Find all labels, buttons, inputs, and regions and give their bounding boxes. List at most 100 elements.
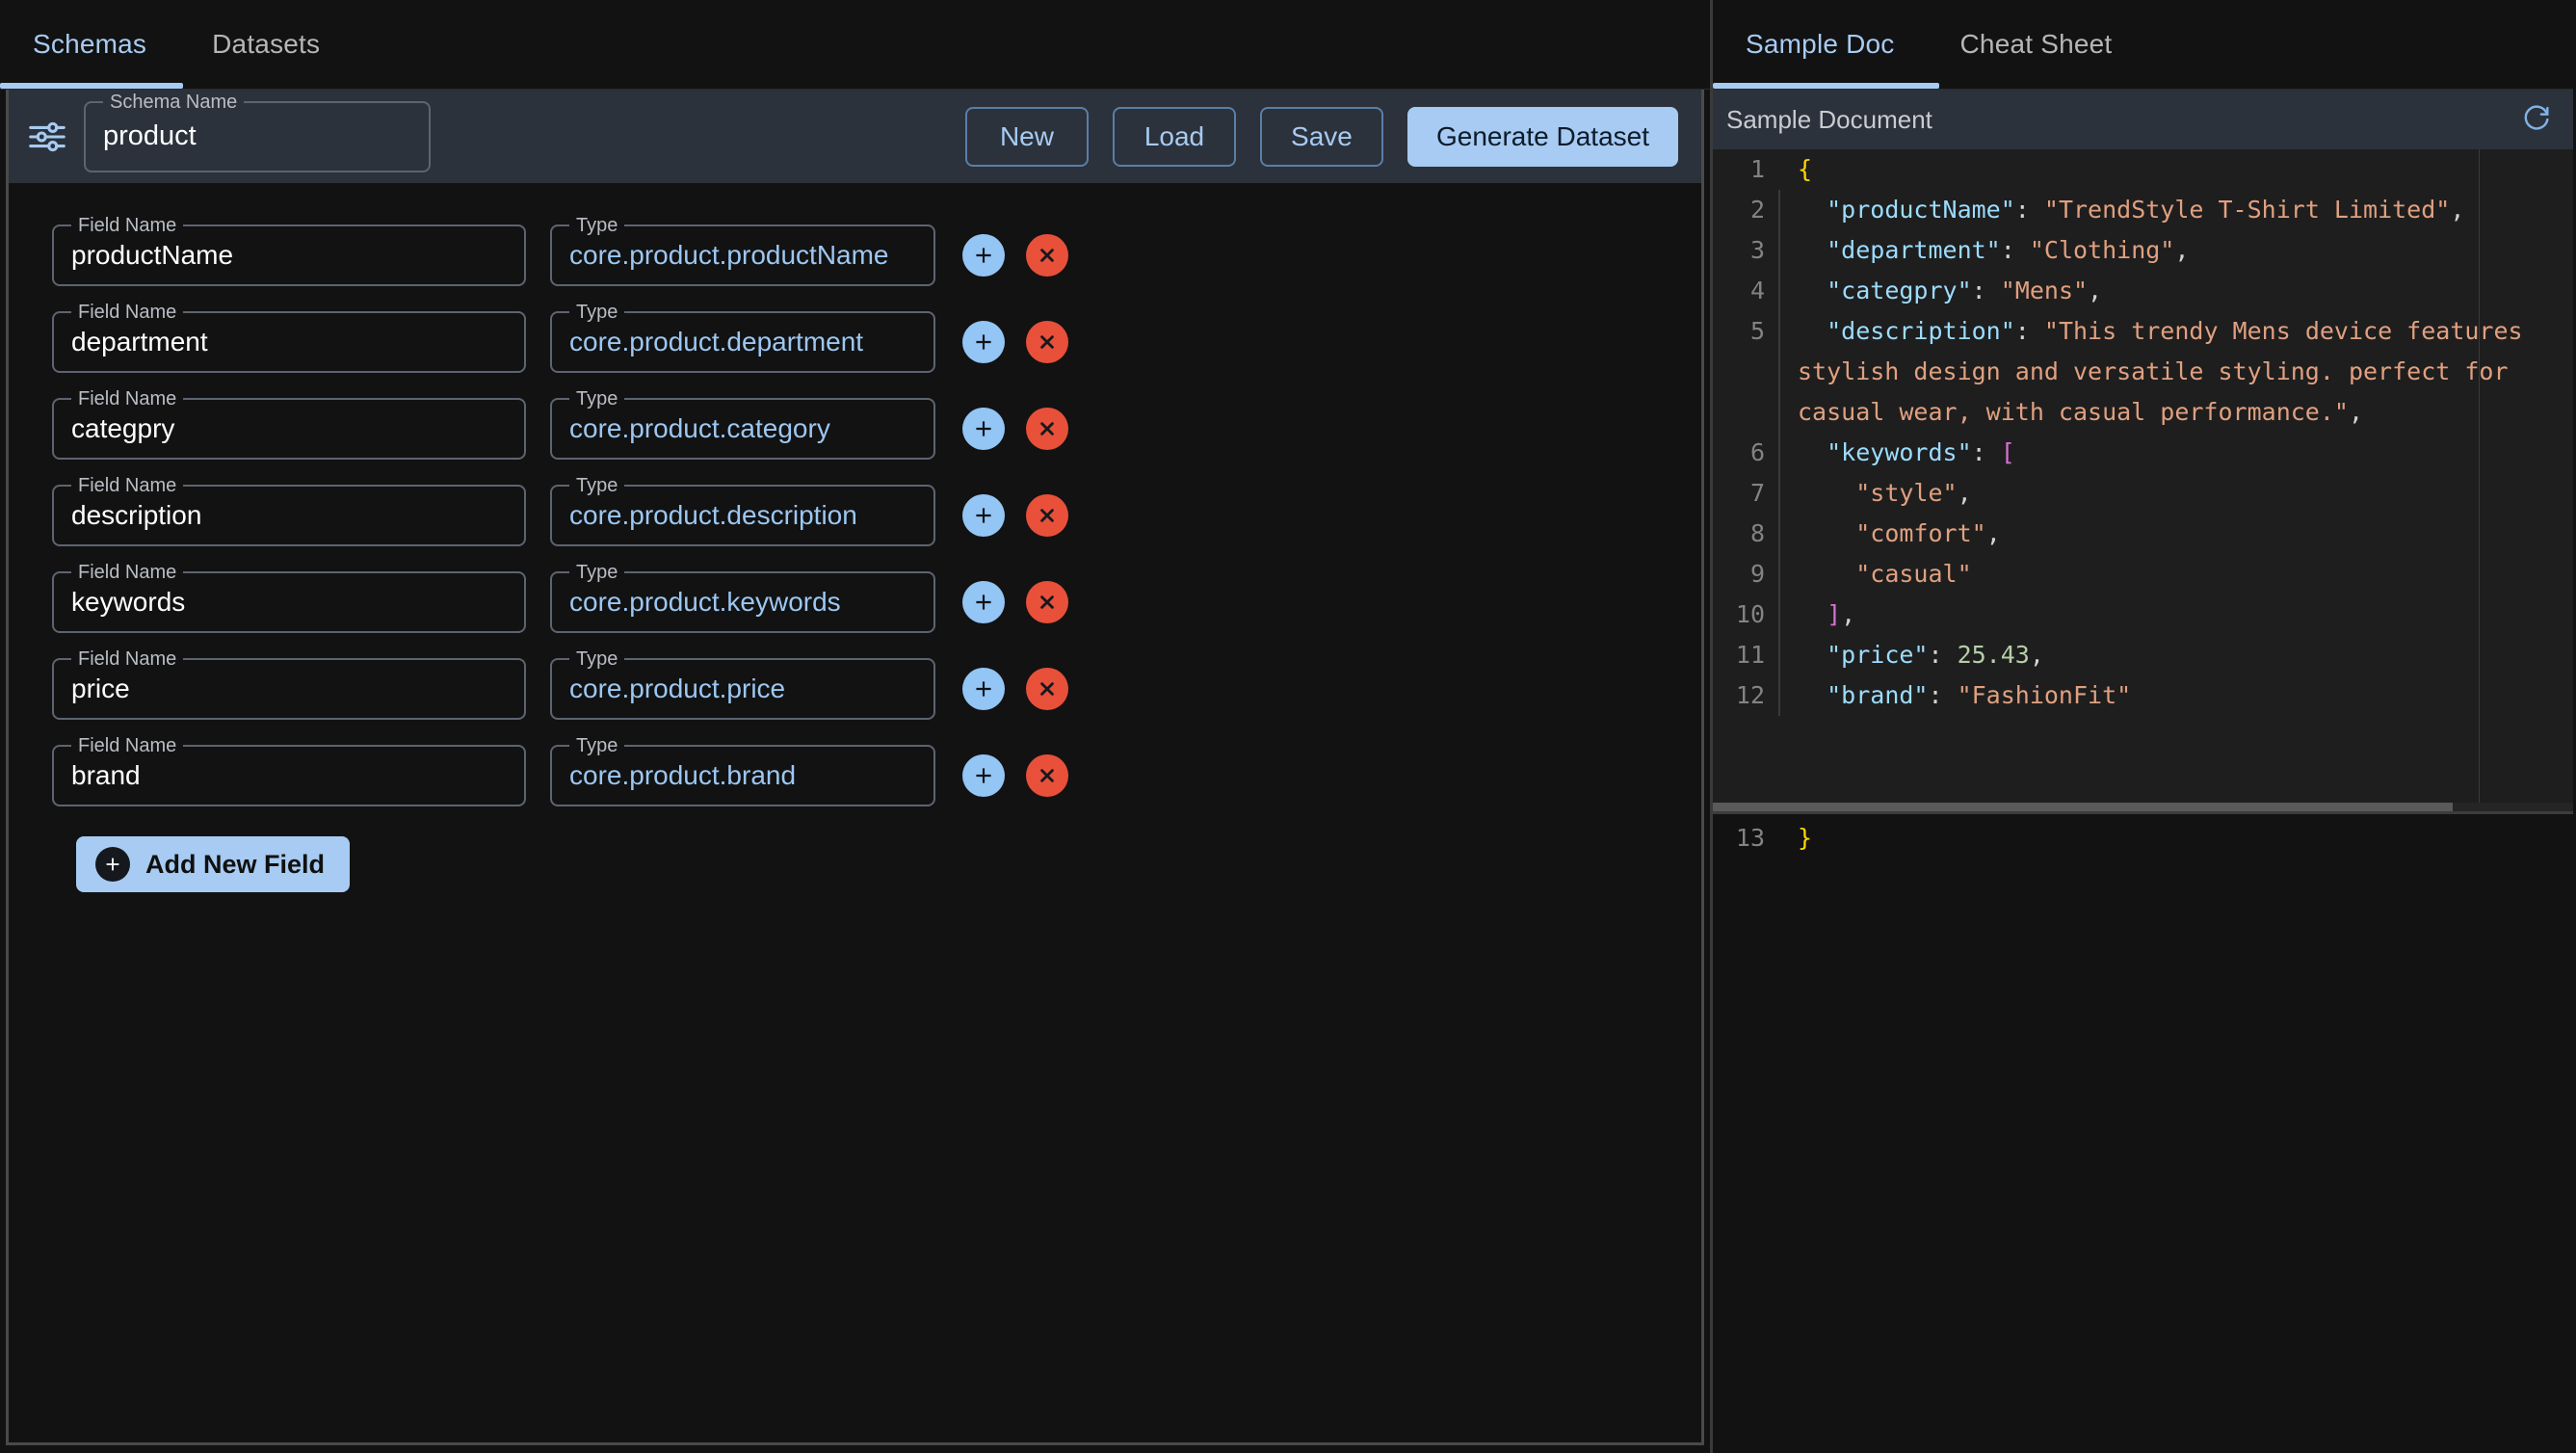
field-type-label: Type xyxy=(569,647,625,672)
field-name-label: Field Name xyxy=(71,300,184,325)
field-type-value: core.product.productName xyxy=(569,240,889,270)
code-line: 5 "description": "This trendy Mens devic… xyxy=(1713,311,2573,433)
add-field-icon[interactable] xyxy=(962,581,1005,623)
field-name-label: Field Name xyxy=(71,733,184,758)
field-name-input[interactable]: Field Name department xyxy=(52,300,526,373)
code-horizontal-scrollbar[interactable] xyxy=(1713,803,2573,811)
field-name-input[interactable]: Field Name productName xyxy=(52,213,526,286)
refresh-icon[interactable] xyxy=(2517,100,2556,139)
field-name-value: description xyxy=(71,500,202,530)
field-name-input[interactable]: Field Name price xyxy=(52,647,526,720)
line-content: "style", xyxy=(1778,473,2573,514)
delete-field-icon[interactable] xyxy=(1026,408,1068,450)
add-new-field-button[interactable]: Add New Field xyxy=(76,836,351,892)
add-new-field-label: Add New Field xyxy=(145,849,326,879)
tune-icon[interactable] xyxy=(20,110,74,164)
code-line: 11 "price": 25.43, xyxy=(1713,635,2573,675)
field-name-input[interactable]: Field Name keywords xyxy=(52,560,526,633)
add-field-icon[interactable] xyxy=(962,321,1005,363)
field-type-input[interactable]: Type core.product.department xyxy=(550,300,935,373)
field-type-input[interactable]: Type core.product.keywords xyxy=(550,560,935,633)
delete-field-icon[interactable] xyxy=(1026,494,1068,537)
tab-sample-doc[interactable]: Sample Doc xyxy=(1713,0,1928,90)
delete-field-icon[interactable] xyxy=(1026,668,1068,710)
line-number: 3 xyxy=(1749,236,1765,264)
field-type-label: Type xyxy=(569,473,625,498)
field-row: Field Name keywords Type core.product.keywo… xyxy=(9,559,1701,646)
code-line: 7 "style", xyxy=(1713,473,2573,514)
line-number: 12 xyxy=(1735,681,1765,709)
field-row: Field Name brand Type core.product.brand xyxy=(9,732,1701,819)
line-content: "productName": "TrendStyle T-Shirt Limit… xyxy=(1778,190,2573,230)
new-button[interactable]: New xyxy=(964,106,1089,167)
schema-name-input[interactable]: Schema Name product xyxy=(84,90,431,172)
sample-document-title: Sample Document xyxy=(1726,104,1932,134)
code-line: 9 "casual" xyxy=(1713,554,2573,594)
code-line: 10 ], xyxy=(1713,594,2573,635)
field-name-input[interactable]: Field Name description xyxy=(52,473,526,546)
code-last-line: 13} xyxy=(1713,814,2573,859)
delete-field-icon[interactable] xyxy=(1026,754,1068,797)
schema-name-value: product xyxy=(103,120,197,151)
line-number: 10 xyxy=(1735,600,1765,628)
field-type-input[interactable]: Type core.product.productName xyxy=(550,213,935,286)
field-name-input[interactable]: Field Name categpry xyxy=(52,386,526,460)
line-number: 11 xyxy=(1735,641,1765,669)
add-field-icon[interactable] xyxy=(962,754,1005,797)
field-name-value: productName xyxy=(71,240,234,270)
line-content: ], xyxy=(1778,594,2573,635)
add-field-icon[interactable] xyxy=(962,408,1005,450)
preview-filler xyxy=(1713,859,2573,1453)
field-row: Field Name price Type core.product.price xyxy=(9,646,1701,732)
row-actions xyxy=(962,321,1068,363)
field-type-value: core.product.brand xyxy=(569,760,797,790)
generate-dataset-button[interactable]: Generate Dataset xyxy=(1406,106,1678,167)
add-field-icon[interactable] xyxy=(962,494,1005,537)
add-field-icon[interactable] xyxy=(962,668,1005,710)
field-name-label: Field Name xyxy=(71,647,184,672)
toolbar-actions: New Load Save Generate Dataset xyxy=(964,106,1678,167)
field-type-label: Type xyxy=(569,300,625,325)
field-row: Field Name productName Type core.product.pr… xyxy=(9,212,1701,299)
tab-schemas[interactable]: Schemas xyxy=(0,0,179,90)
field-name-input[interactable]: Field Name brand xyxy=(52,733,526,806)
save-button[interactable]: Save xyxy=(1259,106,1383,167)
code-line: 1{ xyxy=(1713,149,2573,190)
field-name-label: Field Name xyxy=(71,386,184,411)
add-field-icon[interactable] xyxy=(962,234,1005,277)
field-type-input[interactable]: Type core.product.price xyxy=(550,647,935,720)
field-type-value: core.product.category xyxy=(569,413,830,443)
line-number: 8 xyxy=(1749,519,1765,547)
field-type-input[interactable]: Type core.product.description xyxy=(550,473,935,546)
load-button[interactable]: Load xyxy=(1112,106,1236,167)
tab-cheat-sheet[interactable]: Cheat Sheet xyxy=(1928,0,2145,90)
line-content: "description": "This trendy Mens device … xyxy=(1778,311,2573,433)
sample-document-code[interactable]: 1{2 "productName": "TrendStyle T-Shirt L… xyxy=(1713,149,2573,814)
field-type-input[interactable]: Type core.product.category xyxy=(550,386,935,460)
delete-field-icon[interactable] xyxy=(1026,234,1068,277)
right-active-tab-indicator xyxy=(1713,83,1939,89)
line-content: "categpry": "Mens", xyxy=(1778,271,2573,311)
row-actions xyxy=(962,408,1068,450)
row-actions xyxy=(962,581,1068,623)
sample-document-header: Sample Document xyxy=(1713,90,2573,149)
field-name-label: Field Name xyxy=(71,213,184,238)
add-new-field-wrap: Add New Field xyxy=(9,819,1701,892)
line-number: 4 xyxy=(1749,277,1765,304)
code-line: 13} xyxy=(1713,818,2573,859)
delete-field-icon[interactable] xyxy=(1026,581,1068,623)
code-line: 8 "comfort", xyxy=(1713,514,2573,554)
field-type-label: Type xyxy=(569,560,625,585)
line-content: { xyxy=(1798,155,1813,183)
delete-field-icon[interactable] xyxy=(1026,321,1068,363)
tab-datasets[interactable]: Datasets xyxy=(179,0,353,90)
field-name-label: Field Name xyxy=(71,560,184,585)
field-type-label: Type xyxy=(569,733,625,758)
field-type-value: core.product.department xyxy=(569,327,864,357)
field-type-input[interactable]: Type core.product.brand xyxy=(550,733,935,806)
field-row: Field Name description Type core.product.de… xyxy=(9,472,1701,559)
field-row: Field Name categpry Type core.product.categ… xyxy=(9,385,1701,472)
field-type-label: Type xyxy=(569,213,625,238)
field-type-label: Type xyxy=(569,386,625,411)
field-list: Field Name productName Type core.product.pr… xyxy=(9,183,1701,1442)
